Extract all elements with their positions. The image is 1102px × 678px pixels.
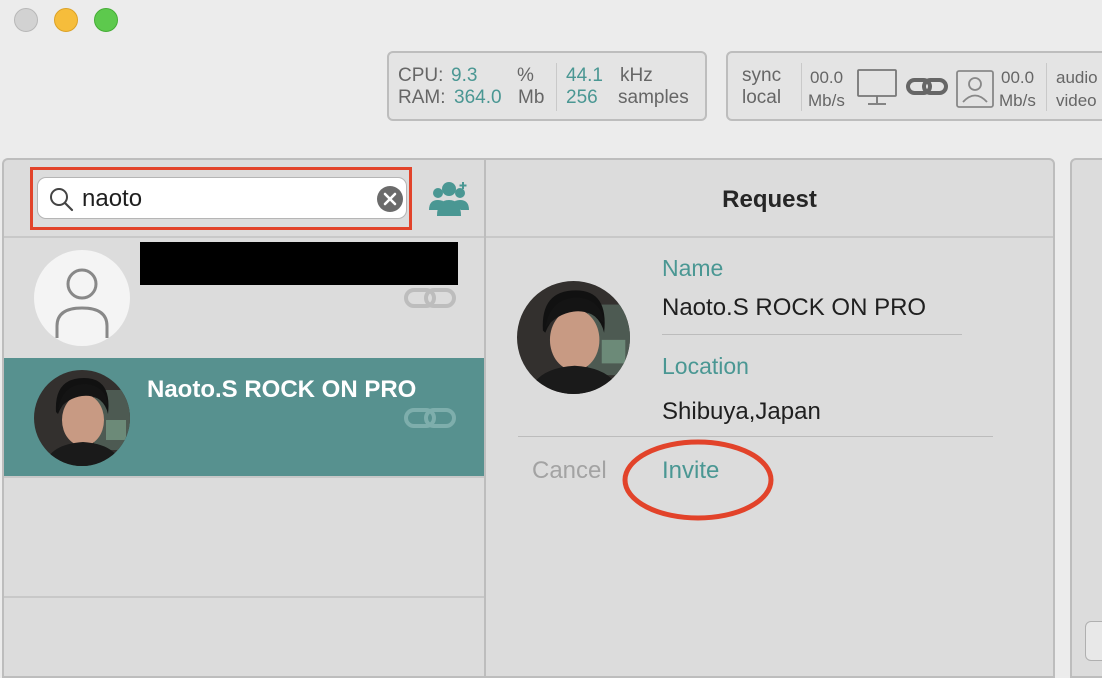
request-photo-avatar <box>517 281 630 394</box>
request-title: Request <box>722 186 817 213</box>
cpu-value: 9.3 <box>451 65 478 86</box>
name-label: Name <box>662 255 724 281</box>
cpu-label: CPU: <box>398 65 444 86</box>
default-avatar <box>34 250 130 351</box>
ram-unit: Mb <box>518 87 545 108</box>
buffer-size-unit: samples <box>618 87 689 108</box>
list-divider <box>4 476 484 478</box>
side-panel <box>1070 158 1102 678</box>
cpu-unit: % <box>517 65 534 86</box>
network-stats-panel: sync local 00.0 Mb/s 00.0 Mb/s audio vid… <box>726 51 1102 121</box>
incoming-rate-unit: Mb/s <box>999 91 1036 110</box>
name-value: Naoto.S ROCK ON PRO <box>662 294 927 321</box>
sample-rate-value: 44.1 <box>566 65 603 86</box>
search-field[interactable]: naoto <box>37 177 407 219</box>
request-header-divider <box>486 236 1053 238</box>
invite-highlight-annotation <box>621 438 775 527</box>
contact-name: Naoto.S ROCK ON PRO <box>147 376 417 403</box>
audio-label: audio <box>1056 68 1098 87</box>
sync-label: sync <box>742 65 782 86</box>
contact-list-item[interactable] <box>4 238 484 356</box>
network-divider-2 <box>1046 63 1047 111</box>
cancel-button[interactable]: Cancel <box>532 457 607 485</box>
link-icon <box>404 286 456 315</box>
video-label: video <box>1056 91 1097 110</box>
add-group-icon[interactable] <box>428 178 470 223</box>
minimize-window-button[interactable] <box>54 8 78 32</box>
outgoing-rate-value: 00.0 <box>810 68 844 87</box>
close-window-button[interactable] <box>14 8 38 32</box>
link-icon <box>404 406 456 435</box>
outgoing-rate-unit: Mb/s <box>808 91 845 110</box>
link-icon <box>906 75 948 105</box>
buffer-size-value: 256 <box>566 87 598 108</box>
list-divider <box>4 596 484 598</box>
name-divider <box>662 334 962 335</box>
sample-rate-unit: kHz <box>620 65 653 86</box>
location-label: Location <box>662 353 749 379</box>
ram-value: 364.0 <box>454 87 502 108</box>
search-input[interactable]: naoto <box>82 185 142 213</box>
maximize-window-button[interactable] <box>94 8 118 32</box>
performance-stats-panel: CPU: 9.3 % RAM: 364.0 Mb 44.1 kHz 256 sa… <box>387 51 707 121</box>
sync-mode: local <box>742 87 782 108</box>
details-divider <box>518 436 993 437</box>
side-panel-button[interactable] <box>1085 621 1102 661</box>
contact-list-item-selected[interactable]: Naoto.S ROCK ON PRO <box>4 358 484 476</box>
stats-divider <box>556 63 557 111</box>
ram-label: RAM: <box>398 87 446 108</box>
location-value: Shibuya,Japan <box>662 398 821 425</box>
search-icon <box>48 186 74 217</box>
redacted-name <box>140 242 458 285</box>
contact-photo-avatar <box>34 370 130 466</box>
clear-search-icon[interactable] <box>376 185 404 218</box>
monitor-icon <box>856 68 898 114</box>
user-icon <box>955 69 995 115</box>
network-divider <box>801 63 802 111</box>
incoming-rate-value: 00.0 <box>1001 68 1035 87</box>
